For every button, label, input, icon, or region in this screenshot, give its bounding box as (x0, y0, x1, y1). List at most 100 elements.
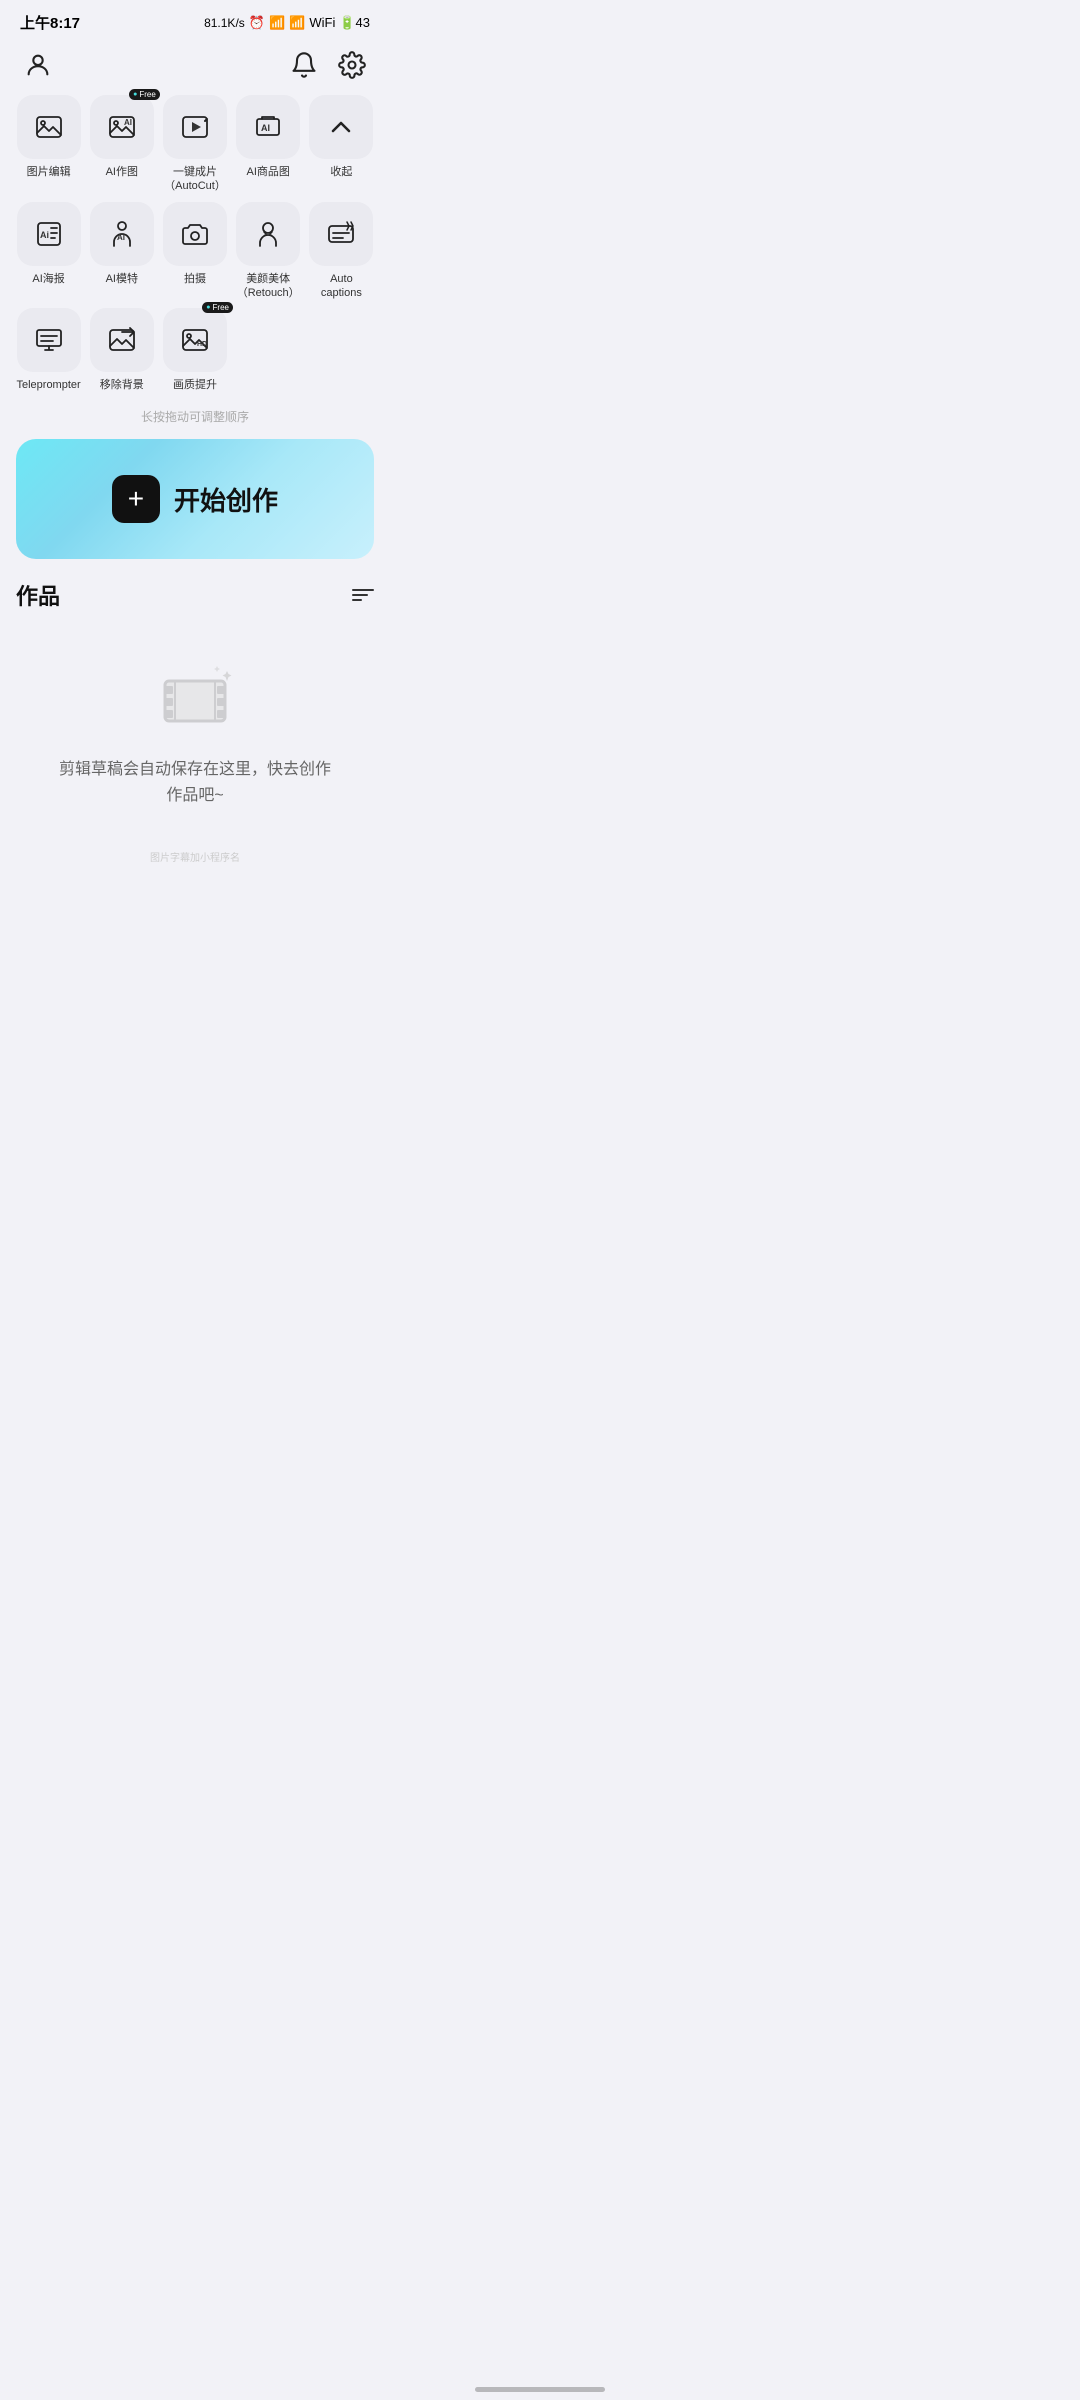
tool-photo-edit[interactable]: 图片编辑 (16, 95, 81, 194)
sort-button[interactable] (352, 589, 374, 601)
works-header: 作品 (16, 579, 374, 611)
tool-collapse[interactable]: 收起 (309, 95, 374, 194)
drag-hint: 长按拖动可调整顺序 (16, 400, 374, 439)
settings-icon (338, 51, 366, 79)
notification-button[interactable] (286, 47, 322, 83)
tool-placeholder-1 (236, 308, 301, 392)
remove-bg-label: 移除背景 (100, 378, 144, 392)
tool-teleprompter[interactable]: Teleprompter (16, 308, 81, 392)
profile-button[interactable] (20, 47, 56, 83)
ai-draw-icon-wrap: Free AI (90, 95, 154, 159)
ai-product-label: AI商品图 (246, 165, 289, 179)
wifi-icon: WiFi (309, 15, 335, 30)
camera-icon (179, 218, 211, 250)
tool-retouch[interactable]: 美颜美体 （Retouch） (236, 202, 301, 301)
status-right: 81.1K/s ⏰ 📶 📶 WiFi 🔋43 (204, 15, 370, 31)
home-indicator (475, 2387, 605, 2392)
bell-icon (290, 51, 318, 79)
watermark: 图片字幕加小程序名 (0, 839, 390, 894)
svg-text:AI: AI (117, 233, 125, 242)
empty-works-text: 剪辑草稿会自动保存在这里，快去创作 作品吧~ (59, 757, 331, 808)
battery-icon: 🔋43 (339, 15, 370, 31)
top-nav (0, 39, 390, 95)
works-title: 作品 (16, 579, 60, 611)
retouch-label: 美颜美体 （Retouch） (237, 272, 300, 301)
collapse-chevron-icon (325, 111, 357, 143)
status-bar: 上午8:17 81.1K/s ⏰ 📶 📶 WiFi 🔋43 (0, 0, 390, 39)
ai-model-label: AI模特 (106, 272, 138, 286)
auto-captions-label: Auto captions (309, 272, 374, 301)
remove-bg-icon (106, 324, 138, 356)
alarm-icon: ⏰ (249, 15, 265, 31)
film-empty-icon (155, 661, 235, 741)
empty-state: 剪辑草稿会自动保存在这里，快去创作 作品吧~ (16, 631, 374, 838)
teleprompter-icon-wrap (17, 308, 81, 372)
sort-line-3 (352, 599, 362, 601)
status-time: 上午8:17 (20, 12, 80, 33)
retouch-icon (252, 218, 284, 250)
works-section: 作品 剪辑草稿会自动保存在这里，快去创作 作品吧~ (0, 579, 390, 838)
svg-text:AI: AI (124, 118, 132, 127)
enhance-label: 画质提升 (173, 378, 217, 392)
tool-auto-captions[interactable]: Auto captions (309, 202, 374, 301)
teleprompter-icon (33, 324, 65, 356)
signal2-icon: 📶 (289, 15, 305, 31)
tool-grid-row2: Ai AI海报 AI AI模特 (16, 202, 374, 301)
photo-edit-icon (33, 111, 65, 143)
sort-line-2 (352, 594, 368, 596)
tool-remove-bg[interactable]: 移除背景 (89, 308, 154, 392)
start-create-label: 开始创作 (174, 481, 278, 518)
network-speed: 81.1K/s (204, 16, 245, 30)
teleprompter-label: Teleprompter (16, 378, 80, 392)
autocut-icon-wrap (163, 95, 227, 159)
tool-ai-poster[interactable]: Ai AI海报 (16, 202, 81, 301)
ai-poster-icon: Ai (33, 218, 65, 250)
tool-placeholder-2 (309, 308, 374, 392)
ai-product-icon: AI (252, 111, 284, 143)
retouch-icon-wrap (236, 202, 300, 266)
tool-autocut[interactable]: 一键成片 （AutoCut） (162, 95, 227, 194)
tool-ai-product[interactable]: AI AI商品图 (236, 95, 301, 194)
start-section: + 开始创作 (0, 439, 390, 579)
auto-captions-icon-wrap (309, 202, 373, 266)
ai-product-icon-wrap: AI (236, 95, 300, 159)
signal-icon: 📶 (269, 15, 285, 31)
ai-poster-icon-wrap: Ai (17, 202, 81, 266)
ai-draw-icon: AI (106, 111, 138, 143)
shoot-label: 拍摄 (184, 272, 206, 286)
autocut-label: 一键成片 （AutoCut） (164, 165, 226, 194)
sort-lines-icon (352, 589, 374, 601)
start-plus-icon: + (112, 475, 160, 523)
shoot-icon-wrap (163, 202, 227, 266)
tool-ai-draw[interactable]: Free AI AI作图 (89, 95, 154, 194)
tool-enhance[interactable]: Free HD 画质提升 (162, 308, 227, 392)
user-icon (24, 51, 52, 79)
tool-shoot[interactable]: 拍摄 (162, 202, 227, 301)
ai-poster-label: AI海报 (32, 272, 64, 286)
ai-draw-badge: Free (129, 89, 160, 100)
tool-grid-row3: Teleprompter 移除背景 Free HD (16, 308, 374, 392)
collapse-label: 收起 (330, 165, 352, 179)
collapse-icon-wrap (309, 95, 373, 159)
remove-bg-icon-wrap (90, 308, 154, 372)
nav-right-icons (286, 47, 370, 83)
ai-model-icon: AI (106, 218, 138, 250)
tool-section: 图片编辑 Free AI AI作图 (0, 95, 390, 439)
tool-grid-row1: 图片编辑 Free AI AI作图 (16, 95, 374, 194)
enhance-icon-wrap: Free HD (163, 308, 227, 372)
settings-button[interactable] (334, 47, 370, 83)
enhance-icon: HD (179, 324, 211, 356)
auto-captions-icon (325, 218, 357, 250)
autocut-icon (179, 111, 211, 143)
tool-ai-model[interactable]: AI AI模特 (89, 202, 154, 301)
ai-draw-label: AI作图 (106, 165, 138, 179)
svg-text:Ai: Ai (40, 230, 49, 240)
enhance-badge: Free (202, 302, 233, 313)
photo-edit-icon-wrap (17, 95, 81, 159)
svg-text:AI: AI (261, 123, 270, 133)
photo-edit-label: 图片编辑 (27, 165, 71, 179)
ai-model-icon-wrap: AI (90, 202, 154, 266)
sort-line-1 (352, 589, 374, 591)
svg-text:HD: HD (197, 341, 207, 348)
start-create-button[interactable]: + 开始创作 (16, 439, 374, 559)
